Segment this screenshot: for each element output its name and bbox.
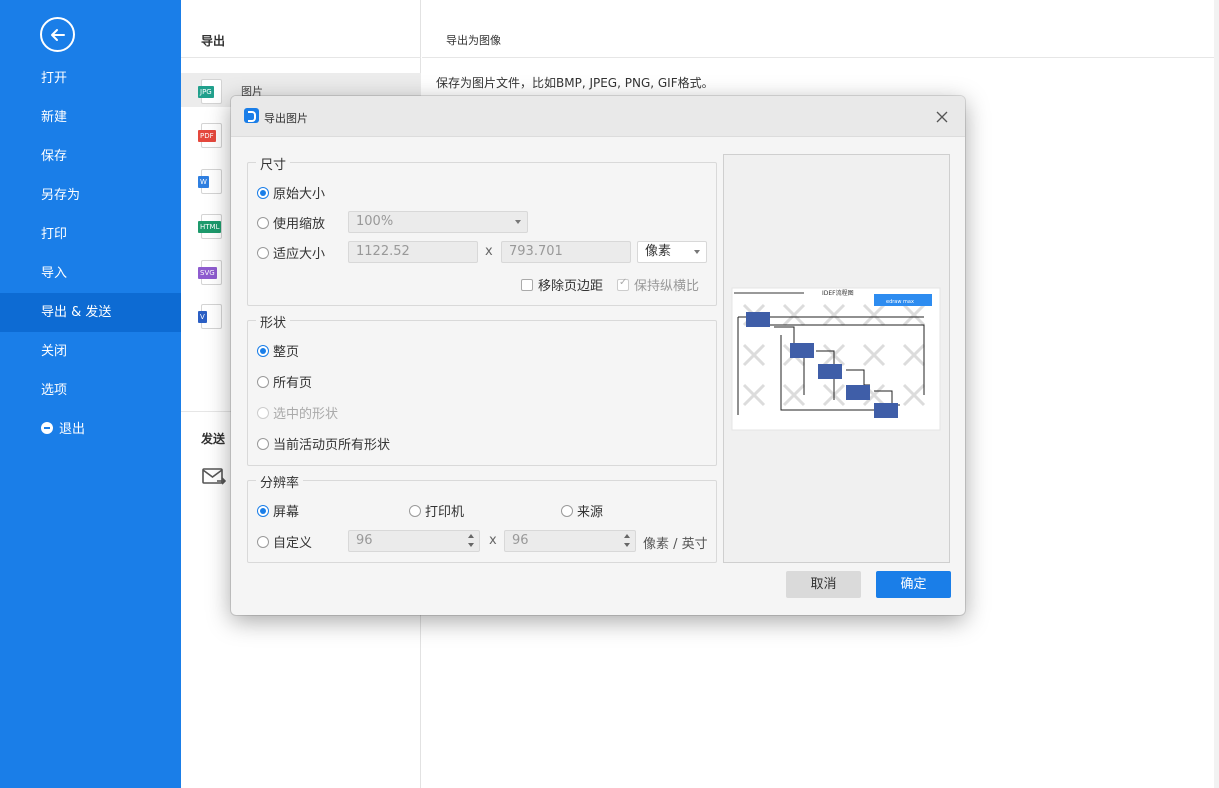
shape-legend: 形状 [256, 312, 291, 331]
close-icon[interactable] [934, 109, 950, 125]
export-image-dialog: 导出图片 尺寸 原始大小 使用缩放 100% 适应大小 1122.52 x 79… [231, 96, 965, 615]
dialog-title: 导出图片 [264, 112, 308, 125]
back-button[interactable] [40, 17, 75, 52]
menu-close[interactable]: 关闭 [0, 332, 181, 371]
radio-current-page-shapes[interactable]: 当前活动页所有形状 [257, 434, 390, 453]
ok-button[interactable]: 确定 [876, 571, 951, 598]
scale-select[interactable]: 100% [348, 211, 528, 233]
height-value: 793.701 [509, 244, 563, 259]
menu-label: 导出 & 发送 [41, 305, 112, 320]
divider [181, 57, 421, 58]
radio-all-pages[interactable]: 所有页 [257, 372, 312, 391]
preview-diagram-title: IDEF流程图 [822, 289, 854, 297]
scrollbar[interactable] [1214, 0, 1219, 788]
radio-label: 选中的形状 [273, 407, 339, 422]
radio-label: 打印机 [425, 505, 465, 520]
diagram-thumbnail: IDEF流程图 edraw max [731, 287, 941, 431]
radio-label: 所有页 [273, 376, 313, 391]
stepper-arrows-icon[interactable] [624, 534, 630, 548]
app-logo-icon [244, 108, 259, 123]
menu-label: 导入 [41, 266, 68, 281]
menu-label: 关闭 [41, 344, 68, 359]
menu-save[interactable]: 保存 [0, 137, 181, 176]
sidebar: 打开 新建 保存 另存为 打印 导入 导出 & 发送 关闭 选项 退出 [0, 0, 181, 788]
remove-margin-checkbox[interactable]: 移除页边距 [521, 275, 603, 294]
x-separator: x [489, 533, 497, 548]
width-input[interactable]: 1122.52 [348, 241, 478, 263]
radio-printer[interactable]: 打印机 [409, 501, 464, 520]
dpi-y-stepper[interactable]: 96 [504, 530, 636, 552]
radio-custom[interactable]: 自定义 [257, 532, 312, 551]
html-file-icon: HTML [198, 214, 222, 239]
caret-down-icon [694, 250, 700, 254]
back-arrow-icon [51, 29, 65, 41]
size-legend: 尺寸 [256, 154, 291, 173]
menu-open[interactable]: 打开 [0, 59, 181, 98]
width-value: 1122.52 [356, 244, 410, 259]
checkbox-label: 保持纵横比 [634, 279, 700, 294]
keep-ratio-checkbox[interactable]: 保持纵横比 [617, 275, 699, 294]
image-preview: IDEF流程图 edraw max [723, 154, 950, 563]
content-description: 保存为图片文件，比如BMP, JPEG, PNG, GIF格式。 [436, 76, 714, 90]
dpi-x-value: 96 [356, 533, 373, 548]
dpi-unit: 像素 / 英寸 [643, 537, 708, 552]
menu-print[interactable]: 打印 [0, 215, 181, 254]
mail-send-icon[interactable] [202, 468, 226, 486]
menu-label: 新建 [41, 110, 68, 125]
menu-label: 退出 [59, 422, 86, 437]
dpi-x-stepper[interactable]: 96 [348, 530, 480, 552]
content-title: 导出为图像 [446, 34, 501, 47]
cancel-button[interactable]: 取消 [786, 571, 861, 598]
unit-value: 像素 [645, 244, 672, 259]
pdf-file-icon: PDF [198, 123, 222, 148]
caret-down-icon [515, 220, 521, 224]
x-separator: x [485, 244, 493, 259]
stepper-arrows-icon[interactable] [468, 534, 474, 548]
menu-save-as[interactable]: 另存为 [0, 176, 181, 215]
visio-file-icon: V [198, 304, 222, 329]
svg-file-icon: SVG [198, 260, 222, 285]
radio-source[interactable]: 来源 [561, 501, 603, 520]
radio-label: 屏幕 [273, 505, 300, 520]
menu-import[interactable]: 导入 [0, 254, 181, 293]
radio-whole-page[interactable]: 整页 [257, 341, 299, 360]
menu-label: 打印 [41, 227, 68, 242]
exit-icon [41, 422, 53, 434]
radio-label: 当前活动页所有形状 [273, 438, 391, 453]
dialog-header: 导出图片 [231, 96, 965, 137]
send-title: 发送 [201, 432, 226, 446]
radio-selected-shapes[interactable]: 选中的形状 [257, 403, 338, 422]
menu-label: 选项 [41, 383, 68, 398]
unit-select[interactable]: 像素 [637, 241, 707, 263]
menu-label: 打开 [41, 71, 68, 86]
radio-label: 整页 [273, 345, 300, 360]
menu-new[interactable]: 新建 [0, 98, 181, 137]
scale-value: 100% [356, 214, 394, 229]
height-input[interactable]: 793.701 [501, 241, 631, 263]
radio-label: 自定义 [273, 536, 313, 551]
radio-label: 适应大小 [273, 247, 326, 262]
radio-original-size[interactable]: 原始大小 [257, 183, 325, 202]
menu-options[interactable]: 选项 [0, 371, 181, 410]
menu-exit[interactable]: 退出 [0, 410, 181, 449]
menu-label: 保存 [41, 149, 68, 164]
word-file-icon: W [198, 169, 222, 194]
radio-use-scale[interactable]: 使用缩放 [257, 213, 325, 232]
panel-title: 导出 [201, 34, 226, 48]
preview-brand: edraw max [886, 299, 914, 305]
radio-label: 使用缩放 [273, 217, 326, 232]
resolution-legend: 分辨率 [256, 472, 304, 491]
jpg-file-icon: JPG [198, 79, 222, 104]
menu-label: 另存为 [41, 188, 81, 203]
radio-label: 来源 [577, 505, 604, 520]
radio-fit-size[interactable]: 适应大小 [257, 243, 325, 262]
divider [422, 57, 1219, 58]
menu-export-send[interactable]: 导出 & 发送 [0, 293, 181, 332]
dpi-y-value: 96 [512, 533, 529, 548]
radio-screen[interactable]: 屏幕 [257, 501, 299, 520]
checkbox-label: 移除页边距 [538, 279, 604, 294]
radio-label: 原始大小 [273, 187, 326, 202]
